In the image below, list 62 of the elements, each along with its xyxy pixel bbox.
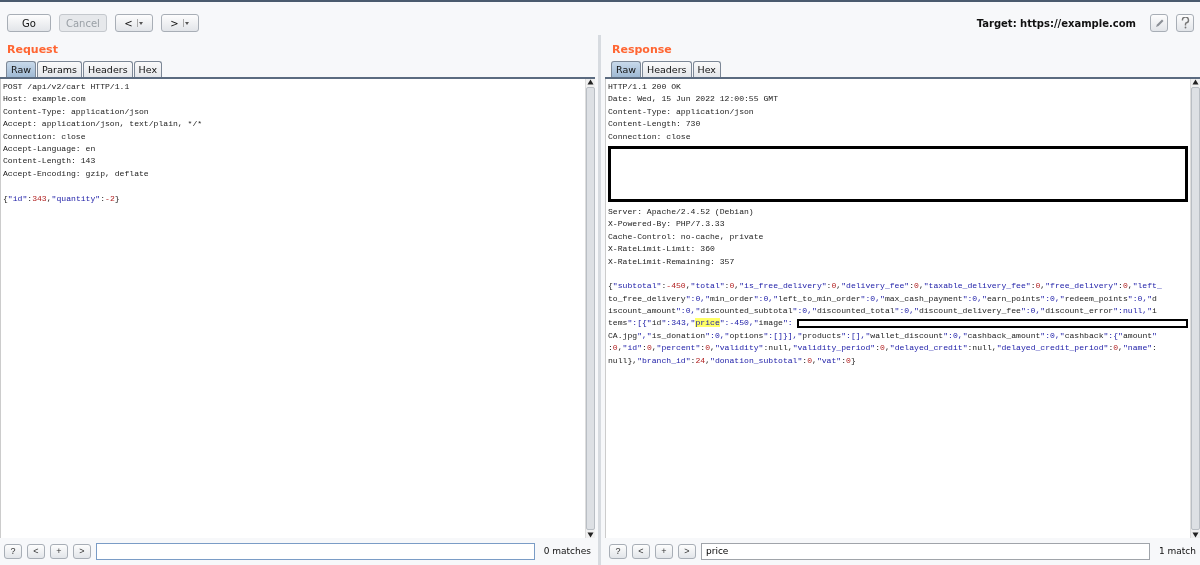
scroll-up-icon — [1192, 79, 1199, 85]
scroll-up-icon — [587, 79, 594, 85]
header-line: Host: example.com — [3, 93, 86, 106]
help-icon — [1180, 17, 1190, 29]
header-line: POST /api/v2/cart HTTP/1.1 — [3, 81, 130, 93]
tab[interactable]: Raw — [611, 61, 641, 77]
header-line: Server: Apache/2.4.52 (Debian) — [608, 205, 754, 218]
code-line: {"subtotal":-450,"total":0,"is_free_delivery":0,"delivery_fee":0,"taxable_delivery_fee":0,"free_delivery":0,"left_ — [608, 280, 1162, 293]
tab[interactable]: Params — [37, 61, 83, 77]
header-line: Cache-Control: no-cache, private — [608, 230, 764, 243]
match-count: 1 match — [1158, 546, 1196, 556]
header-line: X-Powered-By: PHP/7.3.33 — [608, 218, 725, 231]
header-line: Content-Length: 143 — [3, 155, 96, 168]
tab[interactable]: Raw — [6, 61, 36, 77]
header-line: Accept: application/json, text/plain, */* — [3, 118, 203, 131]
search-nav-button[interactable]: < — [632, 543, 650, 559]
code-line: null},"branch_id":24,"donation_subtotal":0,"vat":0} — [608, 354, 856, 367]
search-field[interactable]: price — [701, 542, 1150, 560]
history-button[interactable]: < — [114, 14, 153, 32]
search-nav-button[interactable]: < — [27, 543, 45, 559]
header-line: Connection: close — [3, 130, 86, 143]
header-line: HTTP/1.1 200 OK — [608, 81, 681, 93]
search-nav-button[interactable]: + — [50, 543, 68, 559]
search-field[interactable] — [96, 542, 535, 560]
scrollbar[interactable] — [1190, 79, 1200, 538]
header-line: Content-Length: 730 — [608, 118, 701, 131]
header-line: Content-Type: application/json — [3, 105, 149, 118]
search-nav-button[interactable]: ? — [4, 543, 22, 559]
code-line: :0,"id":0,"percent":0,"validity":null,"validity_period":0,"delayed_credit":null,"delayed_credit_period":0,"name": — [608, 342, 1157, 355]
header-line: X-RateLimit-Remaining: 357 — [608, 255, 735, 268]
go-button[interactable]: Go — [7, 14, 51, 32]
tab[interactable]: Hex — [692, 61, 721, 77]
panel-title: Response — [611, 42, 673, 58]
code-line: CA.jpg","is_donation":0,"options":[]}],"products":[],"wallet_discount":0,"cashback_amount":0,"cashback":{"amount" — [608, 329, 1157, 342]
edit-button[interactable] — [1150, 14, 1168, 32]
header-line: Accept-Encoding: gzip, deflate — [3, 167, 149, 180]
tab[interactable]: Headers — [642, 61, 692, 77]
history-button[interactable]: > — [160, 14, 199, 32]
header-line: X-RateLimit-Limit: 360 — [608, 243, 715, 256]
header-line: Accept-Language: en — [3, 142, 96, 155]
scroll-down-icon — [587, 532, 594, 538]
header-line: Content-Type: application/json — [608, 105, 754, 118]
match-count: 0 matches — [543, 546, 591, 556]
search-nav-button[interactable]: + — [655, 543, 673, 559]
tab[interactable]: Headers — [83, 61, 133, 77]
target-label: Target: https://example.com — [976, 17, 1136, 29]
help-button[interactable] — [1176, 14, 1194, 32]
panel-title: Request — [6, 42, 59, 58]
header-line: Connection: close — [608, 130, 691, 143]
scrollbar[interactable] — [585, 79, 595, 538]
search-nav-button[interactable]: > — [678, 543, 696, 559]
code-line: iscount_amount":0,"discounted_subtotal":0,"discounted_total":0,"discount_delivery_fee":0,"discount_error":null,"i — [608, 305, 1157, 318]
code-line: to_free_delivery":0,"min_order":0,"left_to_min_order":0,"max_cash_payment":0,"earn_points":0,"redeem_points":0,"d — [608, 292, 1157, 305]
pencil-icon — [1153, 17, 1165, 29]
dropdown-icon — [136, 19, 144, 27]
tab[interactable]: Hex — [133, 61, 163, 77]
header-line: Date: Wed, 15 Jun 2022 12:00:55 GMT — [608, 93, 778, 106]
search-nav-button[interactable]: ? — [609, 543, 627, 559]
search-nav-button[interactable]: > — [73, 543, 91, 559]
dropdown-icon — [182, 19, 190, 27]
code-line: {"id":343,"quantity":-2} — [3, 192, 120, 205]
scroll-down-icon — [1192, 532, 1199, 538]
